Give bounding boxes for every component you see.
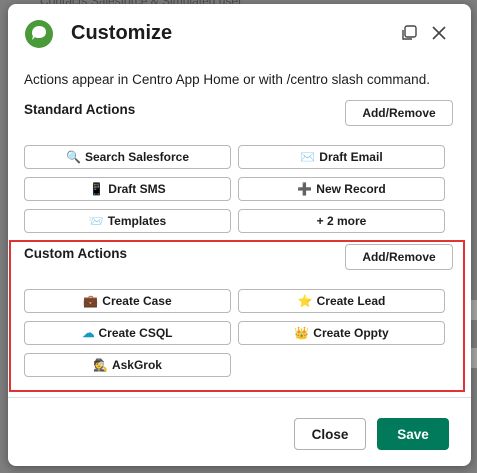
save-button[interactable]: Save bbox=[377, 418, 449, 450]
askgrok-button[interactable]: 🕵 AskGrok bbox=[24, 353, 231, 377]
detective-icon: 🕵 bbox=[93, 358, 108, 372]
inbox-tray-icon: 📨 bbox=[88, 214, 104, 228]
templates-button[interactable]: 📨 Templates bbox=[24, 209, 231, 233]
draft-email-button[interactable]: ✉️ Draft Email bbox=[238, 145, 445, 169]
standard-actions-label: Standard Actions bbox=[24, 102, 136, 117]
dialog-title: Customize bbox=[71, 22, 173, 44]
custom-add-remove-button[interactable]: Add/Remove bbox=[345, 244, 453, 270]
more-actions-button[interactable]: + 2 more bbox=[238, 209, 445, 233]
customize-dialog: Customize Actions appear in Centro App H… bbox=[8, 4, 471, 466]
standard-add-remove-button[interactable]: Add/Remove bbox=[345, 100, 453, 126]
custom-actions-label: Custom Actions bbox=[24, 246, 128, 261]
action-label: Create CSQL bbox=[98, 326, 173, 340]
action-label: + 2 more bbox=[316, 214, 367, 228]
expand-icon[interactable] bbox=[400, 24, 418, 42]
crown-icon: 👑 bbox=[294, 326, 310, 340]
action-label: Draft Email bbox=[319, 150, 383, 164]
create-case-button[interactable]: 💼 Create Case bbox=[24, 289, 231, 313]
close-icon[interactable] bbox=[430, 24, 448, 42]
app-logo-icon bbox=[25, 20, 53, 48]
dialog-header: Customize bbox=[8, 4, 471, 62]
plus-icon: ➕ bbox=[297, 182, 313, 196]
action-label: New Record bbox=[316, 182, 386, 196]
magnifier-icon: 🔍 bbox=[65, 150, 81, 164]
close-button[interactable]: Close bbox=[294, 418, 366, 450]
draft-sms-button[interactable]: 📱 Draft SMS bbox=[24, 177, 231, 201]
phone-icon: 📱 bbox=[89, 182, 105, 196]
action-label: Create Case bbox=[102, 294, 172, 308]
new-record-button[interactable]: ➕ New Record bbox=[238, 177, 445, 201]
action-label: Templates bbox=[107, 214, 167, 228]
action-label: Search Salesforce bbox=[84, 150, 189, 164]
star-icon: ⭐ bbox=[297, 294, 313, 308]
create-lead-button[interactable]: ⭐ Create Lead bbox=[238, 289, 445, 313]
action-label: AskGrok bbox=[111, 358, 162, 372]
briefcase-icon: 💼 bbox=[83, 294, 99, 308]
search-salesforce-button[interactable]: 🔍 Search Salesforce bbox=[24, 145, 231, 169]
action-label: Create Lead bbox=[316, 294, 386, 308]
envelope-icon: ✉️ bbox=[300, 150, 316, 164]
create-csql-button[interactable]: ☁ Create CSQL bbox=[24, 321, 231, 345]
action-label: Draft SMS bbox=[108, 182, 166, 196]
salesforce-cloud-icon: ☁ bbox=[82, 326, 95, 340]
action-label: Create Oppty bbox=[313, 326, 389, 340]
create-oppty-button[interactable]: 👑 Create Oppty bbox=[238, 321, 445, 345]
dialog-description: Actions appear in Centro App Home or wit… bbox=[24, 72, 430, 87]
footer-divider bbox=[8, 397, 471, 398]
